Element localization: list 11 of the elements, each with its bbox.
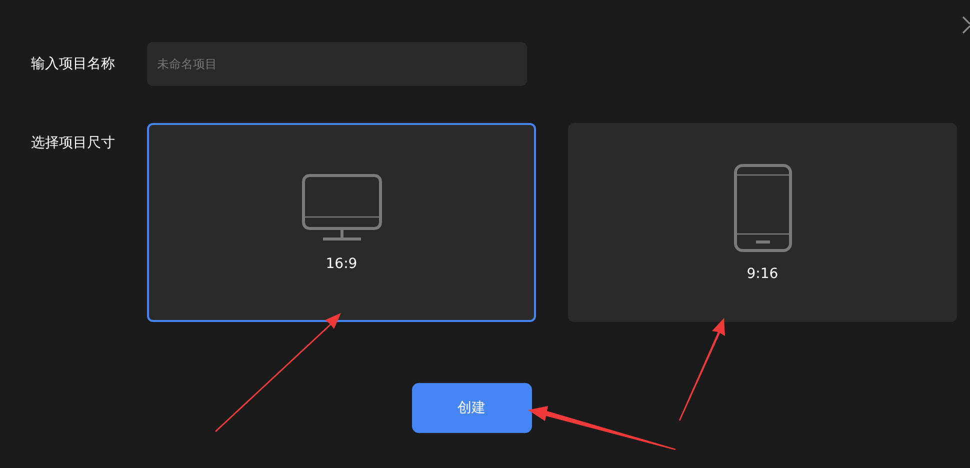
name-input-field[interactable]: 未命名项目 — [147, 42, 527, 86]
field-label: 选择项目尺寸 — [31, 134, 116, 153]
monitor-icon — [302, 174, 382, 242]
size-option-card[interactable]: 16:9 — [147, 123, 536, 322]
aspect-ratio-label: 9:16 — [746, 266, 778, 282]
phone-icon — [734, 164, 792, 252]
aspect-ratio-label: 16:9 — [326, 256, 358, 272]
field-label: 输入项目名称 — [31, 55, 116, 74]
close-icon[interactable] — [962, 15, 970, 35]
create-button[interactable]: 创建 — [412, 383, 532, 433]
size-option-card[interactable]: 9:16 — [568, 123, 957, 322]
